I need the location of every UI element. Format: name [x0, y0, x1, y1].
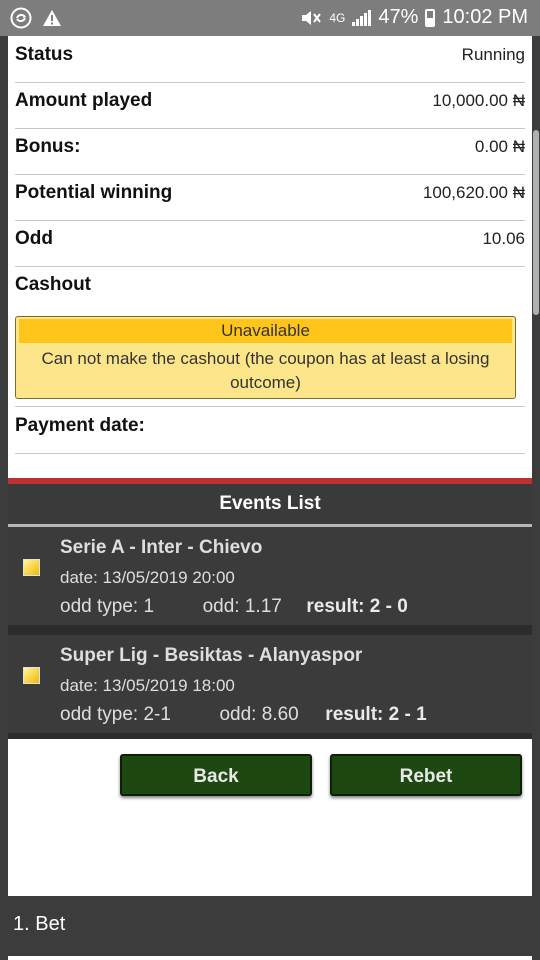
event-odd-type: odd type: 1: [60, 596, 155, 617]
event-name: Super Lig - Besiktas - Alanyaspor: [60, 645, 363, 666]
detail-row-amount: Amount played 10,000.00 ₦: [15, 82, 525, 129]
cashout-label: Cashout: [15, 274, 91, 295]
detail-row-potential-winning: Potential winning 100,620.00 ₦: [15, 174, 525, 221]
battery-icon: [425, 8, 436, 27]
detail-value: 100,620.00 ₦: [422, 183, 525, 202]
mute-icon: [302, 10, 322, 25]
event-odd: odd: 8.60: [219, 704, 299, 725]
event-name: Serie A - Inter - Chievo: [60, 537, 263, 558]
cashout-notice: Unavailable Can not make the cashout (th…: [15, 316, 516, 399]
rebet-button[interactable]: Rebet: [330, 754, 522, 796]
detail-row-status: Status Running: [15, 36, 525, 83]
event-odds-line: odd type: 1 odd: 1.17 result: 2 - 0: [60, 596, 408, 618]
event-odd-type: odd type: 2-1: [60, 704, 171, 725]
warning-icon: [43, 10, 61, 26]
bet-details-panel: Status Running Amount played 10,000.00 ₦…: [8, 36, 532, 876]
cashout-message: Can not make the cashout (the coupon has…: [41, 349, 490, 392]
events-list: Events List Serie A - Inter - Chievo dat…: [8, 478, 532, 739]
detail-value: 10.06: [482, 229, 525, 248]
sync-icon: [10, 7, 32, 29]
detail-row-bonus: Bonus: 0.00 ₦: [15, 128, 525, 175]
background-edge-left: [0, 36, 8, 960]
detail-label: Amount played: [15, 90, 153, 111]
detail-value: Running: [461, 45, 525, 64]
events-list-title: Events List: [8, 484, 532, 524]
status-bar: 4G 47% 10:02 PM: [0, 0, 540, 36]
detail-label: Odd: [15, 228, 53, 249]
bet-list-item[interactable]: 1. Bet: [8, 896, 532, 956]
cashout-status: Unavailable: [19, 319, 512, 343]
detail-label: Potential winning: [15, 182, 173, 203]
event-status-icon: [23, 667, 40, 684]
detail-row-payment-date: Payment date:: [15, 407, 525, 454]
signal-icon: [352, 9, 372, 26]
event-odds-line: odd type: 2-1 odd: 8.60 result: 2 - 1: [60, 704, 427, 726]
event-item[interactable]: Super Lig - Besiktas - Alanyaspor date: …: [8, 635, 532, 733]
network-type: 4G: [329, 10, 346, 25]
status-bar-right: 4G 47% 10:02 PM: [300, 6, 528, 29]
battery-percent: 47%: [378, 6, 419, 28]
detail-label: Bonus:: [15, 136, 81, 157]
detail-value: 0.00 ₦: [474, 137, 525, 156]
detail-row-odd: Odd 10.06: [15, 220, 525, 267]
event-date: date: 13/05/2019 20:00: [60, 568, 235, 587]
back-button[interactable]: Back: [120, 754, 312, 796]
event-status-icon: [23, 559, 40, 576]
payment-date-label: Payment date:: [15, 415, 145, 436]
scrollbar[interactable]: [533, 130, 539, 315]
event-result: result: 2 - 1: [325, 704, 427, 725]
clock: 10:02 PM: [442, 6, 528, 28]
status-bar-left: [10, 7, 62, 29]
event-date: date: 13/05/2019 18:00: [60, 676, 235, 695]
event-result: result: 2 - 0: [306, 596, 408, 617]
event-item[interactable]: Serie A - Inter - Chievo date: 13/05/201…: [8, 527, 532, 625]
event-odd: odd: 1.17: [202, 596, 282, 617]
detail-label: Status: [15, 44, 74, 65]
detail-value: 10,000.00 ₦: [432, 91, 525, 110]
